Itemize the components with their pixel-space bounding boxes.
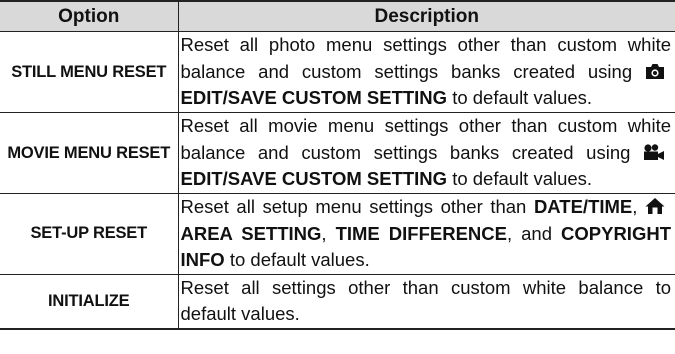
option-description: Reset all settings other than custom whi… xyxy=(177,273,675,330)
header-option: Option xyxy=(0,0,178,32)
option-name: SET-UP RESET xyxy=(0,193,178,275)
description-text: , and xyxy=(506,222,562,244)
table-header: Option Description xyxy=(0,0,675,32)
header-row: Option Description xyxy=(0,0,675,32)
menu-keyword: AREA SETTING xyxy=(180,222,322,244)
table-row: SET-UP RESET Reset all setup menu settin… xyxy=(0,193,675,275)
table-row: MOVIE MENU RESET Reset all movie menu se… xyxy=(0,112,675,194)
option-name: MOVIE MENU RESET xyxy=(0,112,178,194)
option-name: INITIALIZE xyxy=(0,273,178,330)
description-text: Reset all setup menu settings other than xyxy=(180,196,534,217)
option-description: Reset all photo menu settings other than… xyxy=(177,31,675,113)
description-text: Reset all settings other than custom whi… xyxy=(180,276,672,325)
description-text: to default values. xyxy=(447,168,593,190)
table-row: STILL MENU RESET Reset all photo menu se… xyxy=(0,31,675,113)
option-description: Reset all setup menu settings other than… xyxy=(177,193,675,275)
description-text: , xyxy=(321,222,336,244)
option-description: Reset all movie menu settings other than… xyxy=(177,112,675,194)
header-description: Description xyxy=(177,0,675,32)
description-text: to default values. xyxy=(224,249,370,270)
table-row: INITIALIZE Reset all settings other than… xyxy=(0,273,675,330)
description-text: Reset all photo menu settings other than… xyxy=(180,34,672,82)
description-text: Reset all movie menu settings other than… xyxy=(180,115,672,163)
description-text: to default values. xyxy=(447,87,593,109)
menu-keyword: EDIT/SAVE CUSTOM SETTING xyxy=(180,87,448,109)
menu-keyword: EDIT/SAVE CUSTOM SETTING xyxy=(180,168,448,190)
home-icon xyxy=(645,197,665,215)
description-text: , xyxy=(632,196,645,217)
movie-camera-icon xyxy=(643,143,665,161)
option-name: STILL MENU RESET xyxy=(0,31,178,113)
table-body: STILL MENU RESET Reset all photo menu se… xyxy=(0,31,675,330)
menu-keyword: DATE/TIME xyxy=(533,196,633,217)
options-table: Option Description STILL MENU RESET Rese… xyxy=(0,0,675,330)
menu-keyword: TIME DIFFERENCE xyxy=(335,222,507,244)
camera-icon xyxy=(645,62,665,80)
